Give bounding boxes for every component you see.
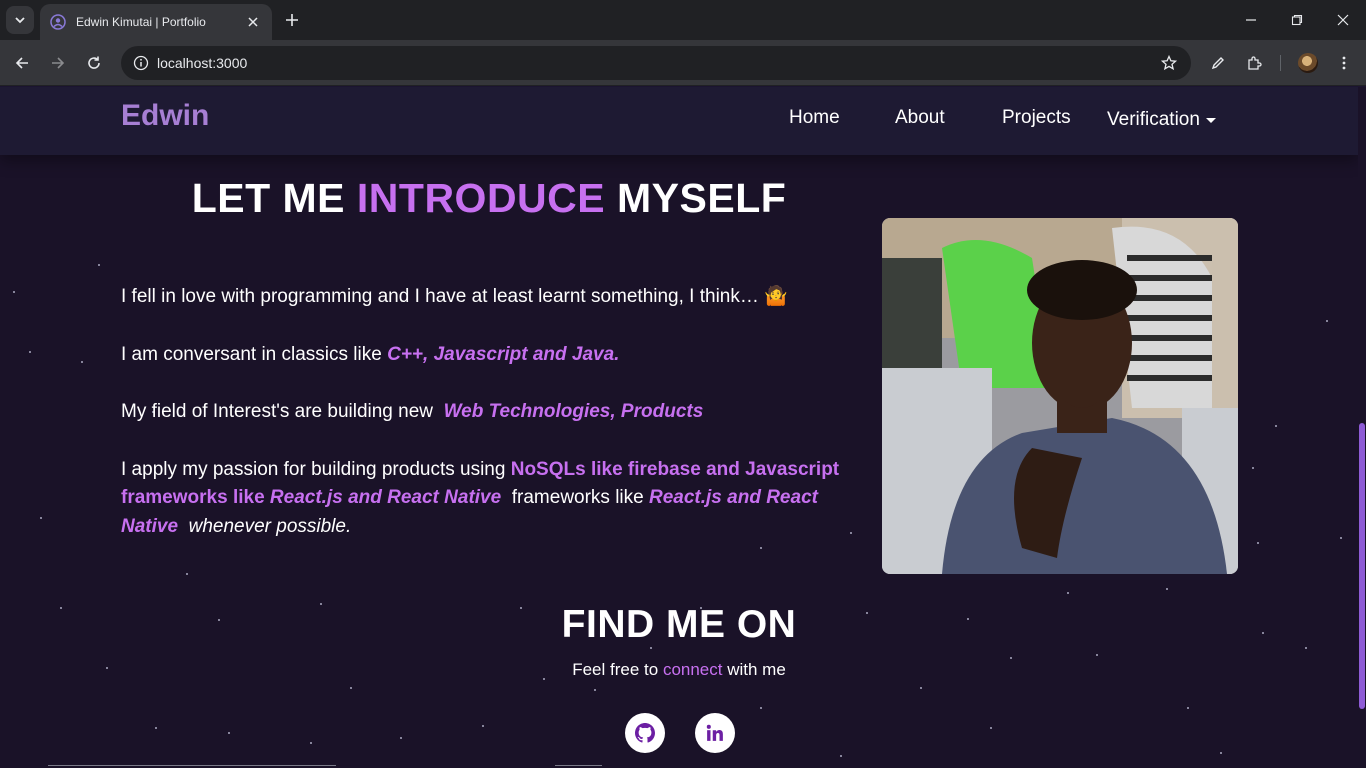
star-dot (760, 707, 762, 709)
brand-logo[interactable]: Edwin (121, 99, 209, 133)
new-tab-icon[interactable] (281, 9, 303, 31)
back-arrow-icon[interactable] (9, 50, 35, 76)
chevron-down-icon (15, 17, 25, 24)
page-viewport: Edwin Home About Projects Verification L… (0, 87, 1366, 768)
browser-tabbar: Edwin Kimutai | Portfolio (0, 0, 1366, 40)
linkedin-icon (706, 724, 723, 741)
star-dot (13, 291, 15, 293)
forward-arrow-icon[interactable] (45, 50, 71, 76)
intro-paragraph-3: My field of Interest's are building new … (121, 398, 861, 427)
site-navbar: Edwin Home About Projects Verification (0, 87, 1358, 155)
tab-search-button[interactable] (6, 6, 34, 34)
close-tab-icon[interactable] (244, 13, 262, 31)
nav-verification-dropdown[interactable]: Verification (1107, 109, 1216, 131)
intro-body: I fell in love with programming and I ha… (121, 283, 861, 571)
find-me-heading: FIND ME ON (561, 603, 797, 646)
intro-paragraph-4: I apply my passion for building products… (121, 456, 861, 542)
nav-projects[interactable]: Projects (1002, 107, 1071, 129)
site-info-icon[interactable] (131, 53, 151, 73)
url-text[interactable]: localhost:3000 (157, 55, 1157, 71)
extensions-puzzle-icon[interactable] (1241, 50, 1267, 76)
find-sub-pre: Feel free to (572, 660, 663, 679)
p4-highlight-1-italic: React.js and React Native (269, 487, 502, 509)
p3-text: My field of Interest's are building new (121, 401, 439, 423)
star-dot (1326, 320, 1328, 322)
page-scrollbar[interactable] (1358, 87, 1366, 768)
p4-end: whenever possible. (183, 515, 352, 537)
profile-avatar[interactable] (1298, 53, 1318, 73)
star-dot (186, 573, 188, 575)
star-dot (990, 727, 992, 729)
find-sub-highlight: connect (662, 660, 723, 679)
scrollbar-thumb[interactable] (1359, 423, 1365, 709)
star-dot (1252, 467, 1254, 469)
star-dot (1010, 657, 1012, 659)
intro-paragraph-2: I am conversant in classics like C++, Ja… (121, 341, 861, 370)
toolbar-separator (1280, 55, 1281, 71)
intro-heading-pre: LET ME (191, 175, 357, 221)
star-dot (1187, 707, 1189, 709)
find-sub-post: with me (722, 660, 786, 679)
star-dot (594, 689, 596, 691)
star-dot (228, 732, 230, 734)
github-link[interactable] (625, 713, 665, 753)
more-menu-icon[interactable] (1331, 50, 1357, 76)
star-dot (1096, 654, 1098, 656)
nav-about[interactable]: About (895, 107, 945, 129)
star-dot (840, 755, 842, 757)
intro-heading-highlight: INTRODUCE (356, 175, 606, 221)
p4-text: I apply my passion for building products… (121, 458, 511, 480)
star-dot (1305, 647, 1307, 649)
star-dot (400, 737, 402, 739)
star-dot (350, 687, 352, 689)
star-dot (1257, 542, 1259, 544)
find-me-subtitle: Feel free to connect with me (0, 660, 1358, 680)
star-dot (920, 687, 922, 689)
address-bar[interactable]: localhost:3000 (121, 46, 1191, 80)
nav-verification-label: Verification (1107, 109, 1200, 130)
star-dot (1220, 752, 1222, 754)
linkedin-link[interactable] (695, 713, 735, 753)
star-dot (81, 361, 83, 363)
p2-text: I am conversant in classics like (121, 343, 388, 365)
portfolio-favicon-icon (50, 14, 66, 30)
star-dot (1067, 592, 1069, 594)
bookmark-star-icon[interactable] (1157, 51, 1181, 75)
star-dot (98, 264, 100, 266)
browser-tab[interactable]: Edwin Kimutai | Portfolio (40, 4, 272, 40)
star-dot (1275, 425, 1277, 427)
pen-icon[interactable] (1205, 50, 1231, 76)
star-dot (310, 742, 312, 744)
star-dot (482, 725, 484, 727)
reload-icon[interactable] (81, 50, 107, 76)
star-dot (155, 727, 157, 729)
tab-title: Edwin Kimutai | Portfolio (76, 15, 206, 29)
star-dot (1340, 537, 1342, 539)
profile-photo (882, 218, 1238, 574)
close-window-icon[interactable] (1320, 6, 1366, 34)
github-icon (635, 723, 655, 743)
star-dot (650, 647, 652, 649)
p3-highlight: Web Technologies, Products (443, 401, 704, 423)
star-dot (29, 351, 31, 353)
p2-highlight: C++, Javascript and Java. (387, 343, 620, 365)
nav-home[interactable]: Home (789, 107, 840, 129)
intro-heading-post: MYSELF (605, 175, 787, 221)
bottom-divider-short (555, 765, 602, 766)
intro-paragraph-1: I fell in love with programming and I ha… (121, 286, 788, 307)
restore-icon[interactable] (1274, 6, 1320, 34)
star-dot (1166, 588, 1168, 590)
minimize-icon[interactable] (1228, 6, 1274, 34)
star-dot (40, 517, 42, 519)
caret-down-icon (1205, 117, 1216, 123)
p4-mid: frameworks like (506, 487, 649, 509)
browser-toolbar: localhost:3000 (0, 40, 1366, 86)
bottom-divider (48, 765, 336, 766)
intro-heading: LET ME INTRODUCE MYSELF (121, 175, 857, 222)
